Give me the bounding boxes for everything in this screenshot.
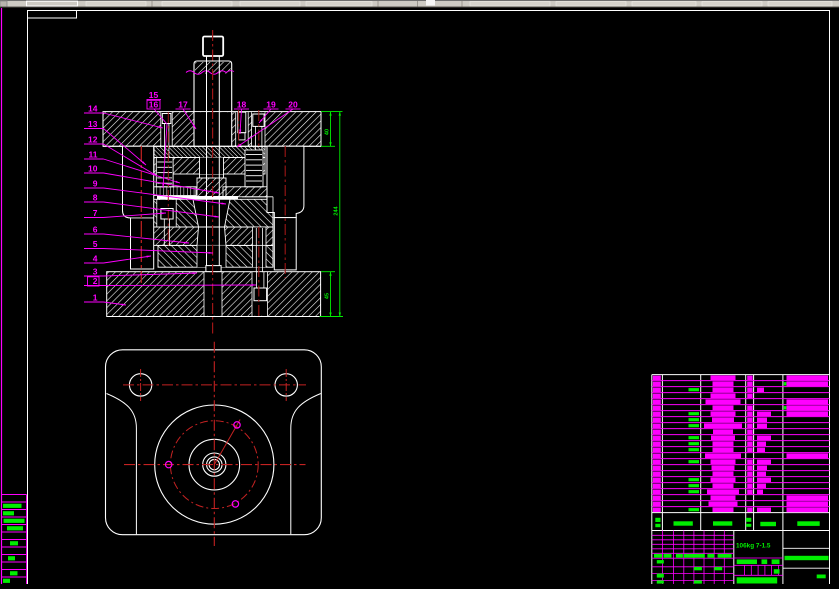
svg-text:19: 19 [266,100,276,110]
svg-text:106kg 7-1.5: 106kg 7-1.5 [736,543,771,550]
svg-text:13: 13 [88,119,98,129]
svg-text:17: 17 [178,100,188,110]
svg-text:7: 7 [93,208,98,218]
svg-text:4: 4 [93,254,98,264]
svg-text:40: 40 [325,129,331,135]
svg-text:2: 2 [93,276,98,286]
svg-text:9: 9 [93,179,98,189]
svg-text:16: 16 [149,100,159,110]
svg-text:14: 14 [88,104,98,114]
svg-text:45: 45 [325,293,331,299]
svg-text:5: 5 [93,239,98,249]
svg-text:11: 11 [89,150,98,160]
svg-text:18: 18 [237,100,247,110]
svg-text:8: 8 [93,193,98,203]
svg-text:12: 12 [88,135,98,145]
svg-text:15: 15 [149,90,159,100]
svg-text:1: 1 [93,293,98,303]
svg-text:244: 244 [334,205,340,215]
svg-text:10: 10 [88,164,98,174]
svg-text:6: 6 [93,225,98,235]
svg-text:3: 3 [93,267,98,277]
svg-text:20: 20 [288,100,298,110]
